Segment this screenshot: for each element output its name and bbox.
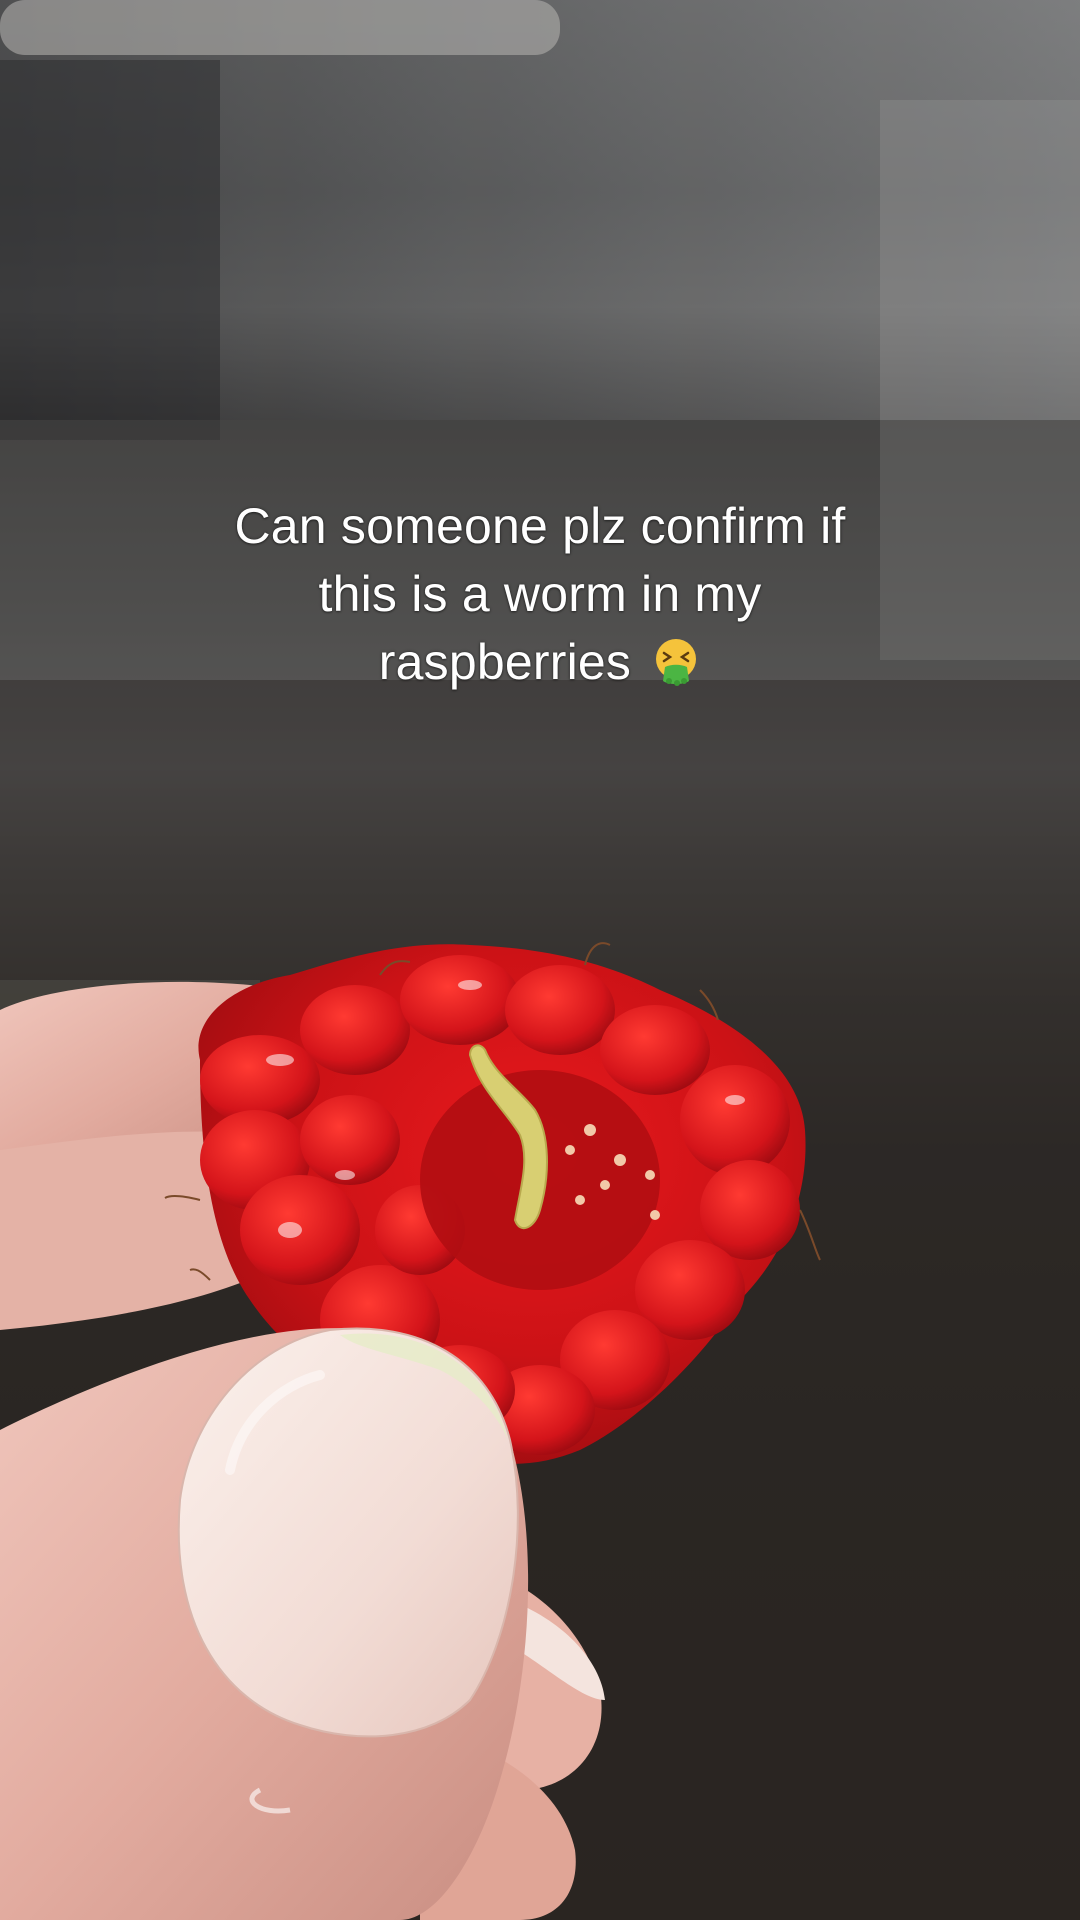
- caption-line-2: this is a worm in my: [318, 566, 762, 622]
- caption-line-3-text: raspberries: [378, 634, 632, 690]
- caption-line-1: Can someone plz confirm if: [234, 498, 846, 554]
- thumb: [0, 1327, 529, 1920]
- caption-overlay: Can someone plz confirm if this is a wor…: [140, 492, 940, 696]
- photo-scene: [0, 0, 1080, 1920]
- vomiting-face-icon: [656, 639, 697, 686]
- video-frame: Can someone plz confirm if this is a wor…: [0, 0, 1080, 1920]
- caption-line-3: raspberries: [140, 628, 940, 696]
